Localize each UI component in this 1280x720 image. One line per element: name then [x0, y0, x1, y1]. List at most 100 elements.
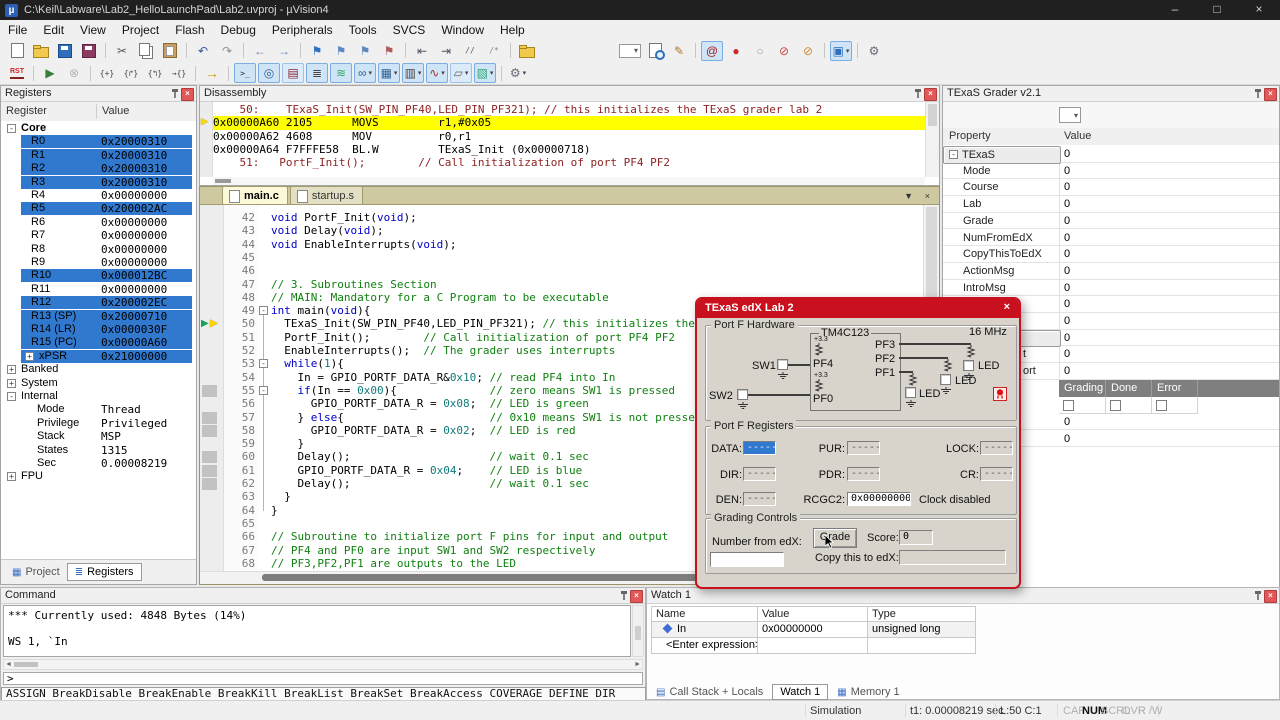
watch-type-cell[interactable]: unsigned long: [868, 622, 976, 638]
command-window-icon[interactable]: >_: [234, 63, 256, 83]
register-row-r4[interactable]: R4 0x00000000: [1, 189, 196, 202]
register-row-r15-pc-[interactable]: R15 (PC) 0x00000A60: [1, 336, 196, 350]
configure-target-icon[interactable]: ⚙: [863, 41, 885, 61]
command-vertical-scrollbar[interactable]: [632, 605, 644, 657]
register-row-r3[interactable]: R3 0x20000310: [1, 175, 196, 189]
field-rcgc2[interactable]: 0x00000000: [847, 492, 911, 506]
field-lock[interactable]: -------: [980, 441, 1013, 455]
close-icon[interactable]: ×: [630, 590, 643, 603]
toggle-breakpoint-icon[interactable]: ○: [749, 41, 771, 61]
menu-window[interactable]: Window: [433, 23, 492, 37]
show-next-statement-icon[interactable]: →: [201, 63, 223, 83]
red-led-icon[interactable]: [993, 387, 1007, 401]
register-row-states[interactable]: States 1315: [1, 444, 196, 457]
comment-icon[interactable]: //: [459, 41, 481, 61]
grading-checkbox[interactable]: [1063, 399, 1074, 411]
sw2-switch[interactable]: [737, 389, 748, 400]
navigate-back-icon[interactable]: ←: [249, 41, 271, 61]
code-line-49[interactable]: int main(void){: [271, 304, 370, 317]
close-icon[interactable]: ×: [1264, 88, 1277, 101]
watch-name-cell[interactable]: In: [651, 622, 758, 638]
bookmark-toggle-icon[interactable]: ⚑: [306, 41, 328, 61]
watch-column-value[interactable]: Value: [758, 606, 868, 622]
tab-watch-1[interactable]: Watch 1: [772, 684, 829, 700]
pin-icon[interactable]: [620, 591, 628, 601]
code-line-56[interactable]: GPIO_PORTF_DATA_R = 0x08; // LED is gree…: [271, 397, 589, 410]
paste-icon[interactable]: [159, 41, 181, 61]
expand-icon[interactable]: -: [7, 124, 16, 133]
load-application-icon[interactable]: [516, 41, 538, 61]
register-row-r13-sp-[interactable]: R13 (SP) 0x20000710: [1, 309, 196, 323]
register-row-fpu[interactable]: + FPU: [1, 470, 196, 483]
register-row-xpsr[interactable]: + xPSR 0x21000000: [1, 349, 196, 363]
code-line-55[interactable]: if(In == 0x00){ // zero means SW1 is pre…: [271, 384, 676, 397]
register-row-r7[interactable]: R7 0x00000000: [1, 229, 196, 242]
code-line-44[interactable]: void EnableInterrupts(void);: [271, 238, 456, 251]
minimize-button[interactable]: –: [1154, 0, 1196, 20]
grader-row-numfromedx[interactable]: NumFromEdX 0: [943, 230, 1279, 247]
field-den[interactable]: -------: [743, 492, 776, 506]
code-line-53[interactable]: while(1){: [271, 357, 344, 370]
led-pf3-indicator[interactable]: [963, 360, 974, 371]
close-icon[interactable]: ×: [924, 88, 937, 101]
sw1-switch[interactable]: [777, 359, 788, 370]
tab-main-c[interactable]: main.c: [222, 186, 288, 204]
fold-collapse-icon[interactable]: -: [259, 306, 268, 316]
register-row-privilege[interactable]: Privilege Privileged: [1, 417, 196, 430]
disable-all-breakpoints-icon[interactable]: ⊘: [797, 41, 819, 61]
menu-svcs[interactable]: SVCS: [385, 23, 434, 37]
bookmark-next-icon[interactable]: ⚑: [354, 41, 376, 61]
indent-right-icon[interactable]: ⇥: [435, 41, 457, 61]
grader-combo[interactable]: ▾: [1059, 107, 1081, 123]
command-horizontal-scrollbar[interactable]: ◄ ►: [3, 659, 643, 670]
grading-checkbox[interactable]: [1156, 399, 1167, 411]
close-file-icon[interactable]: ×: [925, 191, 930, 201]
scroll-right-icon[interactable]: ►: [634, 661, 641, 668]
menu-tools[interactable]: Tools: [341, 23, 385, 37]
code-line-61[interactable]: GPIO_PORTF_DATA_R = 0x04; // LED is blue: [271, 464, 582, 477]
register-row-banked[interactable]: + Banked: [1, 363, 196, 376]
register-row-r9[interactable]: R9 0x00000000: [1, 256, 196, 269]
scroll-left-icon[interactable]: ◄: [5, 661, 12, 668]
code-line-66[interactable]: // Subroutine to initialize port F pins …: [271, 530, 668, 543]
memory-window-icon[interactable]: ▦ ▾: [378, 63, 400, 83]
trace-window-icon[interactable]: ▱ ▾: [450, 63, 472, 83]
pin-icon[interactable]: [914, 89, 922, 99]
register-row-r10[interactable]: R10 0x000012BC: [1, 269, 196, 283]
expand-icon[interactable]: -: [949, 150, 958, 159]
expand-icon[interactable]: +: [25, 351, 34, 361]
field-data[interactable]: ------: [743, 441, 776, 455]
watch-value-cell[interactable]: 0x00000000: [758, 622, 868, 638]
code-line-68[interactable]: // PF3,PF2,PF1 are outputs to the LED: [271, 557, 516, 570]
watch-column-type[interactable]: Type: [868, 606, 976, 622]
window-layout-icon[interactable]: ▣ ▾: [830, 40, 852, 61]
grader-row-grade[interactable]: Grade 0: [943, 213, 1279, 230]
code-line-52[interactable]: EnableInterrupts(); // The grader uses i…: [271, 344, 615, 357]
expand-icon[interactable]: +: [7, 472, 16, 482]
pin-icon[interactable]: [1254, 591, 1262, 601]
fold-collapse-icon[interactable]: -: [259, 385, 268, 395]
save-icon[interactable]: [54, 41, 76, 61]
register-row-r2[interactable]: R2 0x20000310: [1, 162, 196, 176]
indent-left-icon[interactable]: ⇤: [411, 41, 433, 61]
tab-scroll-icon[interactable]: ▼: [904, 191, 913, 201]
disassembly-line[interactable]: 0x00000A64 F7FFFE58 BL.W TExaS_Init (0x0…: [213, 143, 925, 156]
code-line-59[interactable]: }: [271, 437, 304, 450]
stop-icon[interactable]: ⊗: [63, 63, 85, 83]
serial-window-icon[interactable]: ▥ ▾: [402, 63, 424, 83]
watch-row[interactable]: In 0x00000000 unsigned long: [651, 622, 976, 638]
maximize-button[interactable]: □: [1196, 0, 1238, 20]
watch-window-icon[interactable]: ∞ ▾: [354, 63, 376, 83]
tab-memory-1[interactable]: ▦ Memory 1: [830, 685, 906, 699]
register-row-mode[interactable]: Mode Thread: [1, 403, 196, 416]
register-row-r0[interactable]: R0 0x20000310: [1, 135, 196, 149]
register-row-r11[interactable]: R11 0x00000000: [1, 283, 196, 296]
code-line-42[interactable]: void PortF_Init(void);: [271, 211, 417, 224]
command-keyword-ribbon[interactable]: ASSIGN BreakDisable BreakEnable BreakKil…: [1, 687, 646, 701]
pin-icon[interactable]: [1254, 89, 1262, 99]
tab-project[interactable]: ▦ Project: [5, 564, 67, 580]
analysis-window-icon[interactable]: ∿ ▾: [426, 63, 448, 83]
code-line-62[interactable]: Delay(); // wait 0.1 sec: [271, 477, 588, 490]
disassembly-horizontal-scrollbar[interactable]: [213, 177, 925, 185]
menu-debug[interactable]: Debug: [213, 23, 264, 37]
